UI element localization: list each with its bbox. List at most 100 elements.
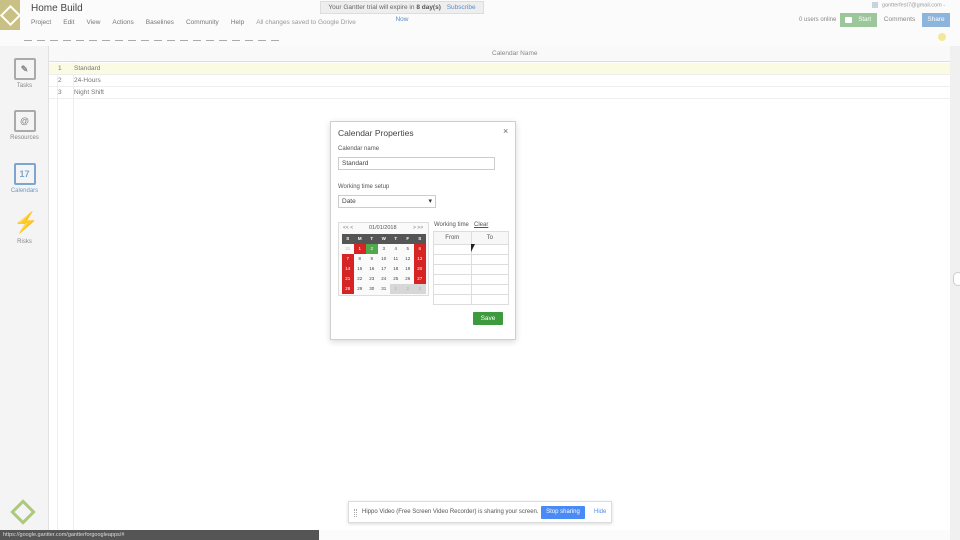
calendar-name-cell[interactable]: Standard: [74, 63, 100, 74]
working-time-setup-select[interactable]: Date: [338, 195, 436, 208]
project-title[interactable]: Home Build: [31, 3, 83, 14]
calendar-day[interactable]: 6: [414, 244, 426, 254]
indent-icon[interactable]: [154, 35, 162, 41]
drag-handle-icon[interactable]: [354, 509, 357, 517]
stop-sharing-button[interactable]: Stop sharing: [541, 506, 585, 519]
menu-community[interactable]: Community: [186, 19, 219, 26]
calendar-day[interactable]: 3: [378, 244, 390, 254]
calendar-day[interactable]: 20: [414, 264, 426, 274]
comments-button[interactable]: Comments: [880, 13, 919, 27]
calendar-name-cell[interactable]: 24-Hours: [74, 75, 101, 86]
share-button[interactable]: Share: [922, 13, 950, 27]
calendar-day[interactable]: 31: [342, 244, 354, 254]
nav-risks[interactable]: ⚡ Risks: [0, 213, 49, 245]
calendar-day[interactable]: 10: [378, 254, 390, 264]
from-cell[interactable]: [433, 264, 472, 275]
lightbulb-icon[interactable]: [938, 33, 946, 41]
insert-icon[interactable]: [102, 35, 110, 41]
calendar-day[interactable]: 8: [354, 254, 366, 264]
zoom-in-icon[interactable]: [232, 35, 240, 41]
calendar-day[interactable]: 3: [414, 284, 426, 294]
calendar-day[interactable]: 13: [414, 254, 426, 264]
move-down-icon[interactable]: [219, 35, 227, 41]
nav-resources[interactable]: @ Resources: [0, 110, 49, 141]
calendar-day[interactable]: 30: [366, 284, 378, 294]
to-cell[interactable]: [470, 264, 510, 275]
calendar-day[interactable]: 25: [390, 274, 402, 284]
calendar-day[interactable]: 28: [342, 284, 354, 294]
cut-icon[interactable]: [37, 35, 45, 41]
column-calendar-name[interactable]: Calendar Name: [492, 50, 538, 57]
calendar-day[interactable]: 15: [354, 264, 366, 274]
calendar-day[interactable]: 7: [342, 254, 354, 264]
start-video-button[interactable]: Start: [840, 13, 877, 27]
calendar-day[interactable]: 14: [342, 264, 354, 274]
critical-path-icon[interactable]: [271, 35, 279, 41]
move-up-icon[interactable]: [206, 35, 214, 41]
calendar-day[interactable]: 21: [342, 274, 354, 284]
next-month-button[interactable]: > >>: [413, 225, 423, 231]
to-cell[interactable]: [470, 274, 510, 285]
save-button[interactable]: Save: [473, 312, 503, 325]
add-row-icon[interactable]: [115, 35, 123, 41]
calendar-day[interactable]: 2: [402, 284, 414, 294]
calendar-day[interactable]: 16: [366, 264, 378, 274]
split-icon[interactable]: [193, 35, 201, 41]
scroll-handle[interactable]: [953, 272, 960, 286]
table-row[interactable]: 2 24-Hours: [49, 75, 960, 87]
to-cell[interactable]: [470, 254, 510, 265]
menu-baselines[interactable]: Baselines: [146, 19, 174, 26]
delete-icon[interactable]: [128, 35, 136, 41]
undo-icon[interactable]: [76, 35, 84, 41]
prev-month-button[interactable]: << <: [343, 225, 353, 231]
from-cell[interactable]: [433, 274, 472, 285]
zoom-out-icon[interactable]: [245, 35, 253, 41]
link-icon[interactable]: [167, 35, 175, 41]
menu-view[interactable]: View: [86, 19, 100, 26]
menu-help[interactable]: Help: [231, 19, 244, 26]
zoom-fit-icon[interactable]: [258, 35, 266, 41]
hide-button[interactable]: Hide: [594, 509, 606, 515]
menu-actions[interactable]: Actions: [112, 19, 133, 26]
calendar-day[interactable]: 4: [390, 244, 402, 254]
calendar-day[interactable]: 24: [378, 274, 390, 284]
calendar-day[interactable]: 12: [402, 254, 414, 264]
calendar-day[interactable]: 17: [378, 264, 390, 274]
calendar-day[interactable]: 5: [402, 244, 414, 254]
to-cell[interactable]: [470, 284, 510, 295]
print-icon[interactable]: [24, 35, 32, 41]
calendar-day[interactable]: 22: [354, 274, 366, 284]
calendar-day[interactable]: 31: [378, 284, 390, 294]
scrollbar[interactable]: [950, 46, 960, 540]
outdent-icon[interactable]: [141, 35, 149, 41]
calendar-name-input[interactable]: Standard: [338, 157, 495, 170]
menu-project[interactable]: Project: [31, 19, 51, 26]
user-account[interactable]: gantterfest7@gmail.com -: [872, 2, 945, 8]
from-cell[interactable]: [433, 284, 472, 295]
copy-icon[interactable]: [50, 35, 58, 41]
menu-edit[interactable]: Edit: [63, 19, 74, 26]
redo-icon[interactable]: [89, 35, 97, 41]
calendar-day[interactable]: 1: [390, 284, 402, 294]
calendar-day[interactable]: 23: [366, 274, 378, 284]
calendar-day[interactable]: 11: [390, 254, 402, 264]
to-cell[interactable]: [470, 294, 510, 305]
gantter-logo[interactable]: [0, 0, 20, 30]
from-cell[interactable]: [433, 294, 472, 305]
unlink-icon[interactable]: [180, 35, 188, 41]
calendar-day[interactable]: 19: [402, 264, 414, 274]
table-row[interactable]: 3 Night Shift: [49, 87, 960, 99]
paste-icon[interactable]: [63, 35, 71, 41]
close-icon[interactable]: ×: [503, 126, 508, 136]
nav-tasks[interactable]: ✎ Tasks: [0, 58, 49, 89]
from-cell[interactable]: [433, 244, 472, 255]
calendar-day[interactable]: 26: [402, 274, 414, 284]
calendar-day[interactable]: 9: [366, 254, 378, 264]
calendar-day[interactable]: 2: [366, 244, 378, 254]
calendar-day[interactable]: 18: [390, 264, 402, 274]
calendar-name-cell[interactable]: Night Shift: [74, 87, 104, 98]
clear-link[interactable]: Clear: [474, 222, 488, 228]
table-row[interactable]: 1 Standard: [49, 63, 960, 75]
from-cell[interactable]: [433, 254, 472, 265]
calendar-day[interactable]: 1: [354, 244, 366, 254]
